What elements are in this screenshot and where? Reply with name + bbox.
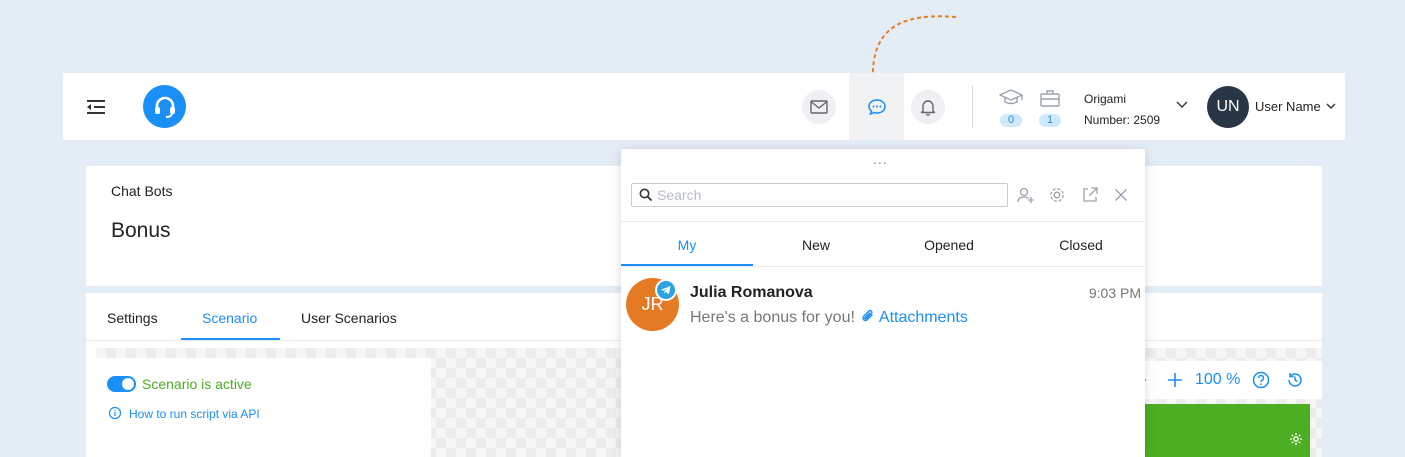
drag-handle[interactable]: ... (873, 151, 888, 167)
courses-button[interactable] (998, 88, 1024, 108)
chevron-down-icon[interactable] (1176, 101, 1188, 109)
chat-tab-new[interactable]: New (750, 237, 882, 253)
chat-bubble-icon (867, 98, 886, 115)
add-user-icon[interactable] (1017, 186, 1035, 204)
info-icon (108, 406, 122, 420)
popup-divider (621, 221, 1145, 222)
courses-count-badge: 0 (1000, 114, 1022, 127)
tab-settings[interactable]: Settings (107, 310, 158, 326)
breadcrumb[interactable]: Chat Bots (111, 183, 172, 199)
help-icon[interactable] (1252, 371, 1270, 389)
zoom-in-icon[interactable] (1166, 371, 1184, 389)
notifications-button[interactable] (911, 90, 945, 124)
chat-popup: ... My New Opened Closed JR (621, 149, 1145, 457)
scenario-active-toggle[interactable] (107, 376, 136, 392)
active-tab-indicator (181, 338, 280, 340)
scenario-node[interactable] (1131, 404, 1310, 457)
user-name[interactable]: User Name (1255, 99, 1321, 114)
header-divider (972, 85, 973, 128)
message-preview: Here's a bonus for you! Attachments (690, 309, 968, 327)
telegram-icon (657, 281, 675, 299)
chat-search-box[interactable] (631, 183, 1008, 207)
briefcase-icon (1040, 90, 1060, 107)
headset-icon (154, 96, 175, 118)
chat-search-input[interactable] (657, 186, 997, 204)
tasks-button[interactable] (1039, 88, 1065, 108)
chat-tab-opened[interactable]: Opened (883, 237, 1015, 253)
gear-icon[interactable] (1048, 186, 1066, 204)
app-logo[interactable] (143, 85, 186, 128)
chat-tab-closed[interactable]: Closed (1015, 237, 1147, 253)
chat-button[interactable] (849, 73, 904, 140)
tasks-count-badge: 1 (1039, 114, 1061, 127)
contact-name: Julia Romanova (690, 284, 813, 301)
chevron-down-icon[interactable] (1326, 103, 1336, 110)
page-title: Bonus (111, 219, 171, 242)
bell-icon (920, 100, 936, 116)
menu-collapse-button[interactable] (85, 97, 107, 117)
close-icon[interactable] (1112, 186, 1130, 204)
zoom-level: 100 % (1195, 371, 1241, 388)
search-icon (639, 188, 653, 202)
user-avatar[interactable]: UN (1207, 86, 1249, 128)
scenario-status-panel: Scenario is active How to run script via… (96, 358, 431, 457)
gear-icon[interactable] (1289, 432, 1303, 446)
active-chat-tab-indicator (621, 264, 753, 266)
chat-tab-my[interactable]: My (621, 237, 753, 253)
tab-scenario[interactable]: Scenario (202, 310, 257, 326)
account-selector[interactable]: Origami Number: 2509 (1084, 89, 1160, 131)
account-number: Number: 2509 (1084, 113, 1161, 127)
api-help-link[interactable]: How to run script via API (129, 407, 260, 421)
graduation-cap-icon (999, 89, 1023, 105)
message-time: 9:03 PM (1088, 285, 1141, 301)
mail-button[interactable] (802, 90, 836, 124)
history-icon[interactable] (1286, 371, 1304, 389)
telegram-badge (655, 279, 677, 301)
paperclip-icon (862, 309, 873, 322)
message-text: Here's a bonus for you! (690, 309, 855, 326)
scenario-status-text: Scenario is active (142, 376, 252, 392)
top-header: 0 1 Origami Number: 2509 UN User Name (63, 73, 1345, 140)
mail-icon (810, 100, 828, 114)
menu-collapse-icon (87, 100, 105, 114)
tab-user-scenarios[interactable]: User Scenarios (301, 310, 397, 326)
account-name: Origami (1084, 92, 1127, 106)
external-link-icon[interactable] (1081, 186, 1099, 204)
attachments-link[interactable]: Attachments (879, 309, 968, 326)
conversation-item[interactable]: JR Julia Romanova 9:03 PM Here's a bonus… (621, 267, 1145, 337)
canvas-toolbar: 100 % (1138, 361, 1322, 399)
